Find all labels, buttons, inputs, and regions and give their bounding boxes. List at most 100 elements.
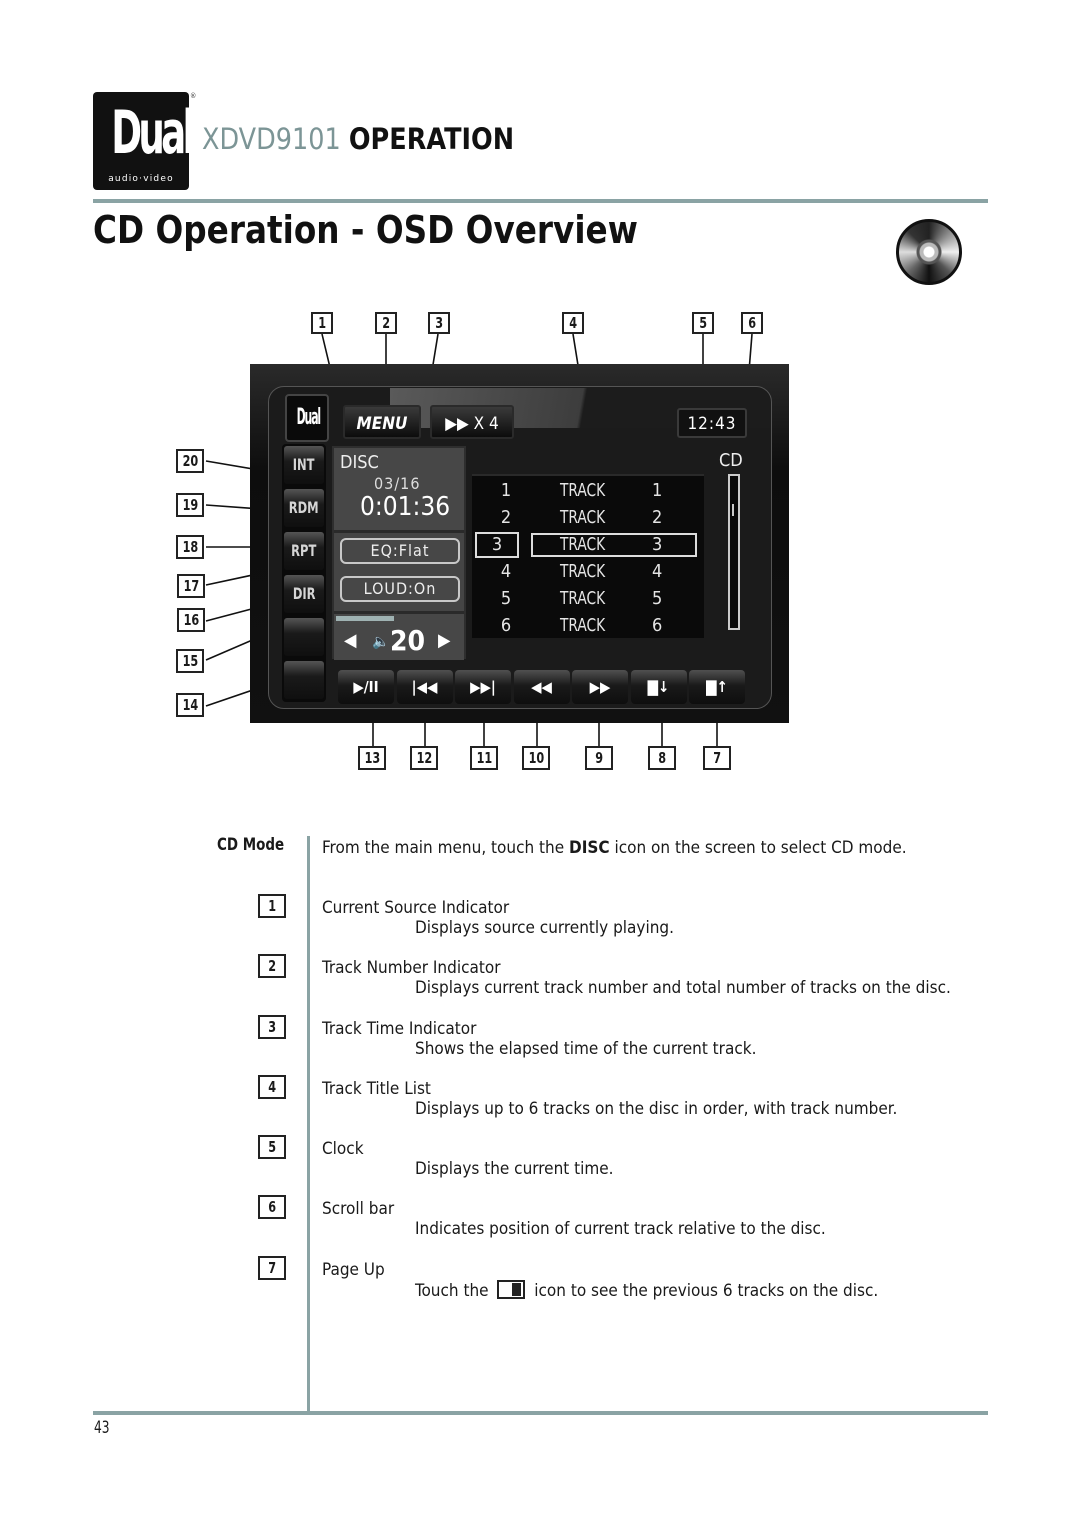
rpt-button[interactable]: RPT (284, 532, 324, 570)
track-row[interactable]: 2 TRACK 2 (472, 505, 704, 531)
track-number: 2 (500, 507, 512, 528)
callout-9: 9 (585, 746, 613, 770)
page-up-button[interactable]: ▇↑ (689, 670, 745, 704)
item-number-box-1: 1 (258, 894, 286, 918)
cd-source-badge: CD (719, 450, 743, 471)
track-title: TRACK (560, 561, 606, 582)
fast-forward-icon: ▶▶ (589, 678, 611, 696)
rewind-button[interactable]: ◀◀ (513, 670, 570, 704)
callout-4: 4 (562, 312, 584, 334)
track-row[interactable]: 6 TRACK 6 (472, 613, 704, 639)
ff-speed-button[interactable]: ▶▶ X 4 (430, 405, 514, 439)
item-description: Touch the icon to see the previous 6 tra… (415, 1280, 879, 1301)
dir-button[interactable]: DIR (284, 575, 324, 613)
fast-forward-button[interactable]: ▶▶ (572, 670, 628, 704)
scroll-thumb[interactable] (732, 504, 740, 516)
track-index: 5 (652, 588, 663, 609)
footer-rule (93, 1411, 988, 1415)
blank-side-button-1[interactable] (284, 618, 324, 656)
previous-track-icon: |◀◀ (411, 678, 438, 696)
eq-button[interactable]: EQ:Flat (340, 538, 460, 564)
track-row-selected[interactable]: 3 TRACK 3 (472, 532, 704, 558)
callout-15: 15 (176, 649, 204, 673)
track-number: 5 (500, 588, 512, 609)
callout-20: 20 (176, 449, 204, 473)
intro-text: From the main menu, touch the DISC icon … (322, 838, 907, 858)
track-number: 4 (500, 561, 512, 582)
track-index: 3 (652, 534, 663, 555)
item-number-box-2: 2 (258, 954, 286, 978)
callout-5: 5 (692, 312, 714, 334)
page-down-button[interactable]: ▇↓ (630, 670, 687, 704)
track-index: 4 (652, 561, 663, 582)
track-index: 1 (652, 480, 663, 501)
track-title-list: 1 TRACK 1 2 TRACK 2 3 TRACK 3 4 TRACK 4 5 TRACK 5 6 TRAC… (472, 474, 704, 638)
track-index: 2 (652, 507, 663, 528)
callout-3: 3 (428, 312, 450, 334)
callout-13: 13 (358, 746, 386, 770)
disc-keyword: DISC (569, 838, 610, 858)
next-track-icon: ▶▶| (470, 678, 496, 696)
blank-side-button-2[interactable] (284, 661, 324, 699)
callout-7: 7 (703, 746, 731, 770)
scroll-bar[interactable] (728, 474, 740, 630)
track-row[interactable]: 5 TRACK 5 (472, 586, 704, 612)
item-description: Indicates position of current track rela… (415, 1219, 826, 1239)
rewind-icon: ◀◀ (531, 678, 552, 696)
ff-speed-label: X 4 (473, 414, 499, 434)
callout-2: 2 (375, 312, 397, 334)
side-button-column: INT RDM RPT DIR (282, 444, 326, 702)
int-button[interactable]: INT (284, 446, 324, 484)
track-number: 3 (475, 532, 519, 558)
volume-level-bar (336, 616, 394, 621)
menu-button[interactable]: MENU (343, 405, 421, 439)
callout-8: 8 (648, 746, 676, 770)
page-number: 43 (94, 1418, 110, 1438)
rdm-button[interactable]: RDM (284, 489, 324, 527)
callout-14: 14 (176, 693, 204, 717)
page-down-icon: ▇↓ (647, 678, 670, 696)
callout-1: 1 (311, 312, 333, 334)
source-label: DISC (340, 452, 379, 473)
play-pause-button[interactable]: ▶/II (338, 670, 394, 704)
page-up-icon: ▇↑ (706, 678, 728, 696)
volume-control: ◀ 🔈 20 ▶ (334, 611, 464, 660)
page-up-icon (497, 1280, 526, 1299)
previous-track-button[interactable]: |◀◀ (396, 670, 453, 704)
volume-down-icon[interactable]: ◀ (344, 630, 356, 651)
callout-17: 17 (177, 574, 205, 598)
column-divider (307, 836, 310, 1414)
clock-display: 12:43 (677, 408, 747, 438)
track-number-indicator: 03/16 (374, 474, 421, 493)
osd-screenshot: Dual MENU ▶▶ X 4 12:43 INT RDM RPT DIR D… (250, 364, 789, 723)
disc-info-top: DISC 03/16 0:01:36 (334, 448, 464, 533)
track-time-indicator: 0:01:36 (360, 492, 451, 522)
track-row[interactable]: 4 TRACK 4 (472, 559, 704, 585)
item-number-box-6: 6 (258, 1195, 286, 1219)
disc-info-panel: DISC 03/16 0:01:36 EQ:Flat LOUD:On ◀ 🔈 2… (332, 446, 466, 660)
volume-up-icon[interactable]: ▶ (438, 630, 450, 651)
mode-label: CD Mode (217, 835, 285, 855)
track-index: 6 (652, 615, 663, 636)
callout-11: 11 (470, 746, 498, 770)
volume-value: 20 (390, 624, 426, 657)
callout-16: 16 (177, 608, 205, 632)
item-description: Displays up to 6 tracks on the disc in o… (415, 1099, 898, 1119)
item-description: Shows the elapsed time of the current tr… (415, 1039, 757, 1059)
callout-10: 10 (522, 746, 550, 770)
callout-12: 12 (410, 746, 438, 770)
track-title: TRACK (560, 588, 606, 609)
item-description: Displays the current time. (415, 1159, 614, 1179)
item-description: Displays current track number and total … (415, 978, 951, 998)
next-track-button[interactable]: ▶▶| (455, 670, 511, 704)
item-title: Clock (322, 1139, 364, 1159)
track-title: TRACK (560, 534, 606, 555)
speaker-icon: 🔈 (372, 634, 390, 650)
track-row[interactable]: 1 TRACK 1 (472, 478, 704, 504)
item-number-box-7: 7 (258, 1256, 286, 1280)
item-title: Track Number Indicator (322, 958, 501, 978)
track-number: 1 (500, 480, 512, 501)
track-title: TRACK (560, 615, 606, 636)
fast-forward-icon: ▶▶ (445, 414, 469, 434)
loudness-button[interactable]: LOUD:On (340, 576, 460, 602)
